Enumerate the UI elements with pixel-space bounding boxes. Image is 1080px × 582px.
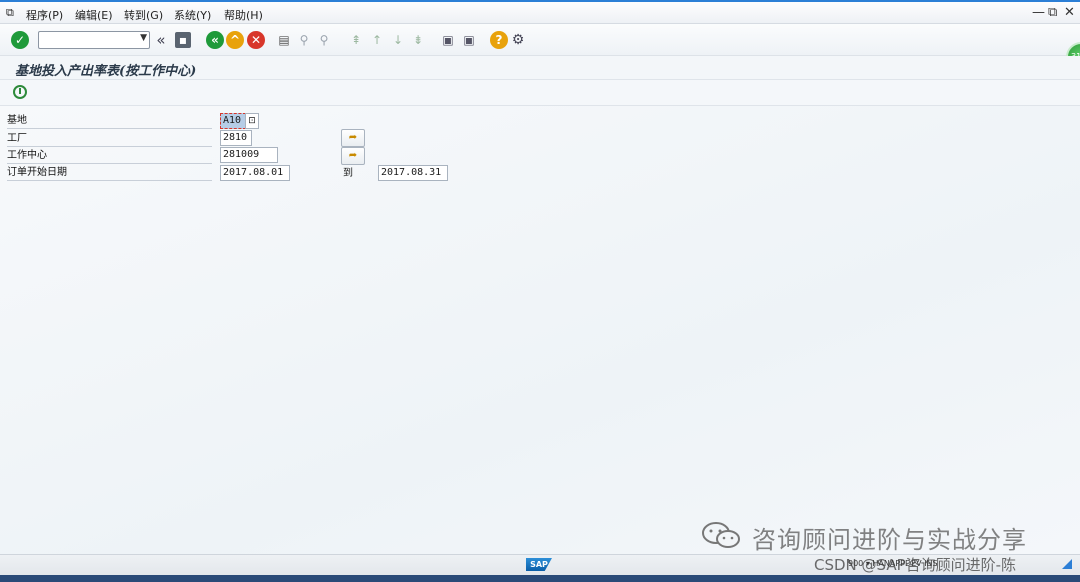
order-start-date-label: 订单开始日期 — [7, 165, 212, 181]
back-icon[interactable]: « — [206, 31, 224, 49]
order-start-date-from-input[interactable]: 2017.08.01 — [220, 165, 290, 181]
print-icon[interactable]: ▤ — [276, 32, 292, 48]
to-label: 到 — [343, 168, 353, 179]
order-start-date-to-input[interactable]: 2017.08.31 — [378, 165, 448, 181]
save-icon[interactable]: ▪ — [175, 32, 191, 48]
find-next-icon: ⚲ — [319, 33, 329, 47]
previous-page-icon: ↑ — [371, 33, 383, 47]
application-toolbar — [0, 80, 1080, 106]
app-menu-icon[interactable]: ⧉ — [6, 6, 14, 20]
base-input[interactable]: A10 — [220, 113, 246, 129]
plant-label: 工厂 — [7, 131, 212, 147]
work-center-multiple-selection-icon[interactable]: ➦ — [341, 147, 365, 165]
last-page-icon: ⇟ — [412, 33, 424, 47]
chevron-down-icon[interactable]: ▼ — [140, 33, 147, 43]
find-icon: ⚲ — [299, 33, 309, 47]
plant-multiple-selection-icon[interactable]: ➦ — [341, 129, 365, 147]
base-label: 基地 — [7, 113, 212, 129]
create-session-icon[interactable]: ▣ — [440, 32, 456, 48]
plant-input[interactable]: 2810 — [220, 130, 252, 146]
enter-check-icon[interactable]: ✓ — [11, 31, 29, 49]
page-title: 基地投入产出率表(按工作中心) — [15, 64, 197, 79]
menu-program[interactable]: 程序(P) — [26, 7, 63, 23]
menu-bar: ⧉ 程序(P) 编辑(E) 转到(G) 系统(Y) 帮助(H) — ⧉ ✕ — [0, 0, 1080, 24]
exit-icon[interactable]: ^ — [226, 31, 244, 49]
os-taskbar — [0, 575, 1080, 582]
work-center-label: 工作中心 — [7, 148, 212, 164]
first-page-icon: ⇞ — [350, 33, 362, 47]
work-center-input[interactable]: 281009 — [220, 147, 278, 163]
command-field[interactable]: ▼ — [38, 31, 150, 49]
execute-clock-icon[interactable] — [13, 85, 27, 99]
create-shortcut-icon[interactable]: ▣ — [461, 32, 477, 48]
restore-icon[interactable]: ⧉ — [1048, 5, 1057, 20]
watermark-text: 咨询顾问进阶与实战分享 — [752, 526, 1027, 554]
title-bar: 基地投入产出率表(按工作中心) — [0, 56, 1080, 80]
collapse-history-icon[interactable]: « — [153, 32, 169, 48]
menu-goto[interactable]: 转到(G) — [124, 7, 163, 23]
standard-toolbar: ✓ ▼ « ▪ « ^ ✕ ▤ ⚲ ⚲ ⇞ ↑ ↓ ⇟ ▣ ▣ ? ⚙ — [0, 24, 1080, 56]
close-window-icon[interactable]: ✕ — [1064, 5, 1075, 20]
wechat-icon — [702, 522, 740, 548]
menu-edit[interactable]: 编辑(E) — [75, 7, 113, 23]
sap-logo: SAP — [526, 558, 552, 571]
menu-system[interactable]: 系统(Y) — [174, 7, 211, 23]
settings-gear-icon[interactable]: ⚙ — [510, 32, 526, 48]
cancel-icon[interactable]: ✕ — [247, 31, 265, 49]
menu-help[interactable]: 帮助(H) — [224, 7, 263, 23]
help-icon[interactable]: ? — [490, 31, 508, 49]
status-bar-triangle-icon[interactable] — [1062, 559, 1072, 569]
minimize-icon[interactable]: — — [1032, 5, 1045, 20]
watermark-subtext: CSDN @SAP咨询顾问进阶-陈 — [814, 556, 1017, 574]
search-help-icon[interactable]: ⊡ — [245, 113, 259, 129]
next-page-icon: ↓ — [392, 33, 404, 47]
